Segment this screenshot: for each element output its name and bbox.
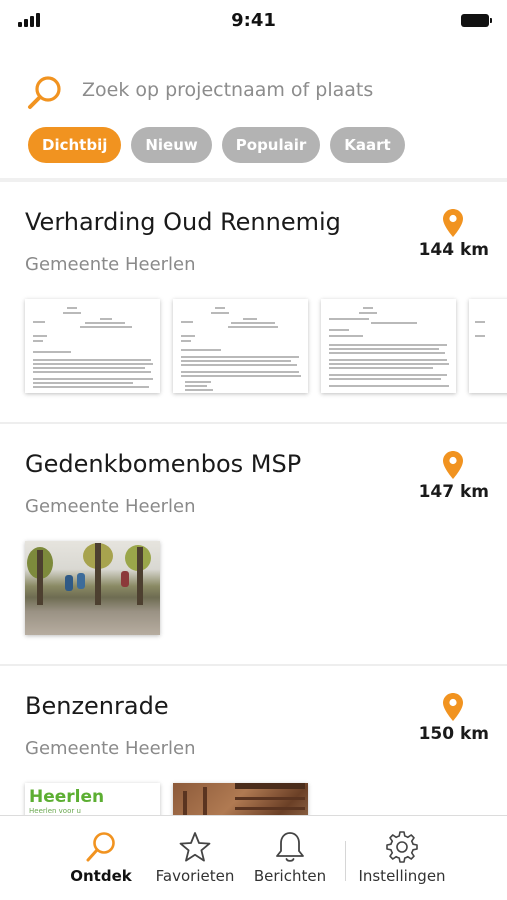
document-thumbnail[interactable] <box>321 299 456 393</box>
project-title: Gedenkbomenbos MSP <box>25 450 302 478</box>
project-title: Verharding Oud Rennemig <box>25 208 341 236</box>
project-distance: 150 km <box>418 724 489 744</box>
project-card[interactable]: Verharding Oud Rennemig Gemeente Heerlen… <box>0 182 507 424</box>
tab-label: Instellingen <box>358 867 446 885</box>
filter-chip-kaart[interactable]: Kaart <box>330 127 405 163</box>
status-time: 9:41 <box>231 10 276 31</box>
battery-icon <box>461 14 492 27</box>
filter-chip-dichtbij[interactable]: Dichtbij <box>28 127 122 163</box>
project-distance: 147 km <box>418 482 489 502</box>
heerlen-logo: Heerlen <box>29 787 105 807</box>
search-icon <box>28 76 61 109</box>
document-thumbnail[interactable] <box>173 299 308 393</box>
document-thumbnail[interactable] <box>469 299 507 393</box>
project-municipality: Gemeente Heerlen <box>25 496 196 517</box>
filter-chip-nieuw[interactable]: Nieuw <box>131 127 212 163</box>
project-municipality: Gemeente Heerlen <box>25 738 196 759</box>
tab-label: Ontdek <box>70 867 132 885</box>
tab-instellingen[interactable]: Instellingen <box>352 816 452 896</box>
tab-label: Favorieten <box>155 867 235 885</box>
filter-chips: Dichtbij Nieuw Populair Kaart <box>28 127 405 163</box>
tab-label: Berichten <box>253 867 327 885</box>
search-bar[interactable]: Zoek op projectnaam of plaats <box>26 70 486 114</box>
project-title: Benzenrade <box>25 692 169 720</box>
project-municipality: Gemeente Heerlen <box>25 254 196 275</box>
star-icon <box>179 832 211 862</box>
heerlen-logo-tagline: Heerlen voor u <box>29 807 81 815</box>
bell-icon <box>276 832 304 862</box>
location-pin-icon <box>443 209 463 237</box>
tab-favorieten[interactable]: Favorieten <box>145 816 245 896</box>
location-pin-icon <box>443 451 463 479</box>
tab-berichten[interactable]: Berichten <box>240 816 340 896</box>
photo-thumbnail[interactable] <box>25 541 160 635</box>
project-card[interactable]: Gedenkbomenbos MSP Gemeente Heerlen 147 … <box>0 424 507 666</box>
document-thumbnail[interactable] <box>25 299 160 393</box>
location-pin-icon <box>443 693 463 721</box>
search-icon <box>86 832 115 862</box>
gear-icon <box>386 831 418 863</box>
tab-bar: Ontdek Favorieten Berichten Instellingen <box>0 815 507 900</box>
project-distance: 144 km <box>418 240 489 260</box>
tab-separator <box>345 841 346 881</box>
filter-chip-populair[interactable]: Populair <box>221 127 321 163</box>
search-input[interactable]: Zoek op projectnaam of plaats <box>82 79 373 101</box>
tab-ontdek[interactable]: Ontdek <box>51 816 151 896</box>
status-bar: 9:41 <box>0 0 507 42</box>
